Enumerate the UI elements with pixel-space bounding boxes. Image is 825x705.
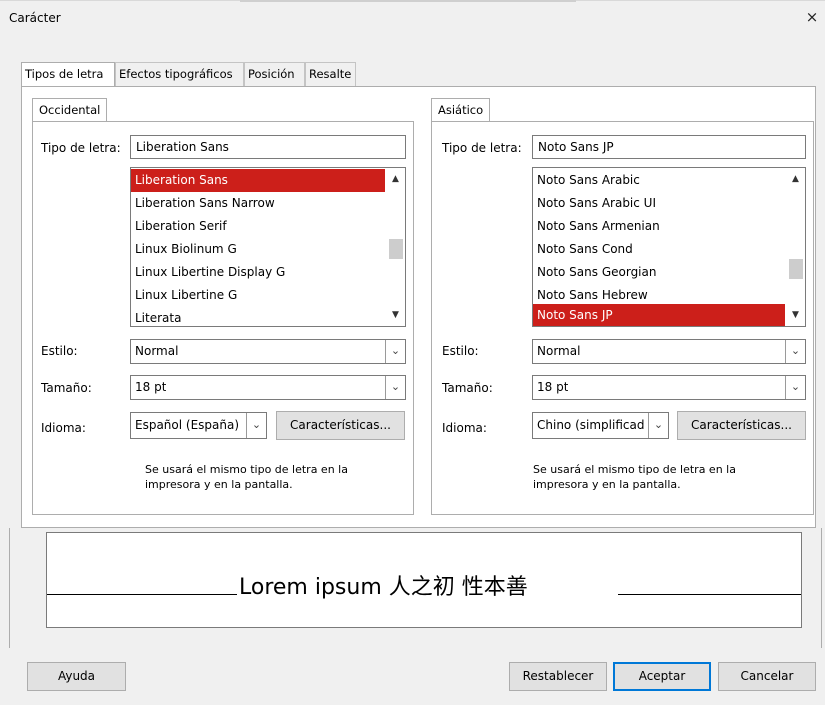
- tab-resalte[interactable]: Resalte: [305, 62, 356, 86]
- baseline-left: [47, 594, 237, 595]
- asian-size-value: 18 pt: [537, 380, 569, 394]
- list-item[interactable]: Noto Sans Georgian: [533, 261, 785, 284]
- cancel-button-label: Cancelar: [740, 669, 794, 683]
- chevron-down-icon[interactable]: ⌄: [385, 340, 405, 363]
- reset-button-label: Restablecer: [522, 669, 594, 683]
- western-font-label: Tipo de letra:: [41, 141, 121, 155]
- scroll-down-icon[interactable]: ▼: [387, 307, 404, 324]
- reset-button[interactable]: Restablecer: [509, 662, 607, 691]
- list-item[interactable]: Linux Biolinum G: [131, 238, 385, 261]
- scroll-up-icon[interactable]: ▲: [787, 171, 804, 188]
- scrollbar-thumb[interactable]: [789, 259, 803, 279]
- list-item[interactable]: Noto Sans JP: [533, 304, 785, 326]
- title-bar: [0, 0, 825, 40]
- tab-posicion[interactable]: Posición: [244, 62, 305, 86]
- western-style-select[interactable]: Normal ⌄: [130, 339, 406, 364]
- western-style-label: Estilo:: [41, 344, 78, 358]
- dialog-title: Carácter: [9, 11, 61, 25]
- ok-button-label: Aceptar: [638, 669, 686, 683]
- asian-style-select[interactable]: Normal ⌄: [532, 339, 806, 364]
- western-language-label: Idioma:: [41, 421, 86, 435]
- asian-style-label: Estilo:: [442, 344, 479, 358]
- preview-text: Lorem ipsum 人之初 性本善: [239, 575, 528, 600]
- asian-language-value: Chino (simplificado): [537, 418, 645, 432]
- western-features-button[interactable]: Características...: [276, 411, 405, 440]
- list-item[interactable]: Liberation Serif: [131, 215, 385, 238]
- chevron-down-icon[interactable]: ⌄: [648, 413, 668, 438]
- chevron-down-icon[interactable]: ⌄: [385, 376, 405, 399]
- chevron-down-icon[interactable]: ⌄: [246, 413, 266, 438]
- western-note: Se usará el mismo tipo de letra en la im…: [145, 463, 348, 491]
- list-item[interactable]: Linux Libertine G: [131, 284, 385, 307]
- asian-language-label: Idioma:: [442, 421, 487, 435]
- western-font-list[interactable]: Liberation Sans Liberation Sans Narrow L…: [130, 167, 406, 327]
- help-button[interactable]: Ayuda: [27, 662, 126, 691]
- list-item[interactable]: Liberation Sans Narrow: [131, 192, 385, 215]
- western-size-value: 18 pt: [135, 380, 167, 394]
- asian-font-label: Tipo de letra:: [442, 141, 522, 155]
- tab-efectos-tipograficos[interactable]: Efectos tipográficos: [115, 62, 244, 86]
- asian-style-value: Normal: [537, 344, 581, 358]
- western-language-value: Español (España): [135, 418, 240, 432]
- tab-asiatico[interactable]: Asiático: [431, 98, 491, 122]
- asian-size-select[interactable]: 18 pt ⌄: [532, 375, 806, 400]
- asian-size-label: Tamaño:: [442, 381, 493, 395]
- asian-font-input[interactable]: Noto Sans JP: [532, 135, 806, 159]
- close-icon[interactable]: ×: [804, 9, 820, 25]
- preview-box: Lorem ipsum 人之初 性本善: [46, 532, 802, 628]
- scroll-up-icon[interactable]: ▲: [387, 171, 404, 188]
- background-window-edge: [240, 0, 576, 2]
- list-item[interactable]: Noto Sans Arabic UI: [533, 192, 785, 215]
- western-size-select[interactable]: 18 pt ⌄: [130, 375, 406, 400]
- list-item[interactable]: Noto Sans Cond: [533, 238, 785, 261]
- list-item[interactable]: Noto Sans Arabic: [533, 169, 785, 192]
- asian-features-button[interactable]: Características...: [677, 411, 806, 440]
- chevron-down-icon[interactable]: ⌄: [785, 340, 805, 363]
- list-item[interactable]: Literata: [131, 307, 385, 326]
- tab-tipos-de-letra[interactable]: Tipos de letra: [21, 62, 115, 87]
- asian-note: Se usará el mismo tipo de letra en la im…: [533, 463, 736, 491]
- list-item[interactable]: Liberation Sans: [131, 169, 385, 192]
- western-font-input[interactable]: Liberation Sans: [130, 135, 406, 159]
- ok-button[interactable]: Aceptar: [613, 662, 711, 691]
- asian-font-list[interactable]: Noto Sans Arabic Noto Sans Arabic UI Not…: [532, 167, 806, 327]
- list-item[interactable]: Noto Sans Armenian: [533, 215, 785, 238]
- western-style-value: Normal: [135, 344, 179, 358]
- western-size-label: Tamaño:: [41, 381, 92, 395]
- tab-occidental[interactable]: Occidental: [32, 98, 108, 122]
- chevron-down-icon[interactable]: ⌄: [785, 376, 805, 399]
- scrollbar-thumb[interactable]: [389, 239, 403, 259]
- baseline-right: [618, 594, 801, 595]
- list-item[interactable]: Linux Libertine Display G: [131, 261, 385, 284]
- scroll-down-icon[interactable]: ▼: [787, 307, 804, 324]
- cancel-button[interactable]: Cancelar: [718, 662, 816, 691]
- asian-language-select[interactable]: Chino (simplificado) ⌄: [532, 412, 669, 439]
- help-button-label: Ayuda: [57, 669, 96, 683]
- western-language-select[interactable]: Español (España) ⌄: [130, 412, 267, 439]
